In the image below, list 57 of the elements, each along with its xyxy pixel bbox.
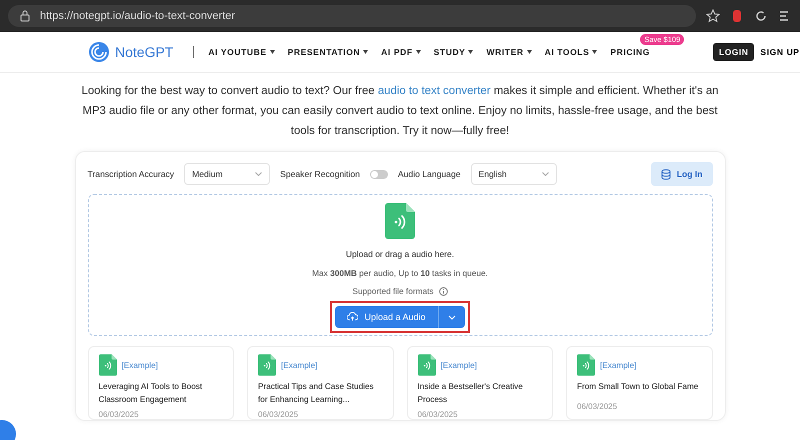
audio-file-icon: [418, 354, 436, 376]
example-title: From Small Town to Global Fame: [577, 381, 700, 393]
example-date: 06/03/2025: [577, 402, 618, 412]
example-tag: [Example]: [281, 360, 318, 370]
chevron-down-icon: [255, 172, 262, 176]
example-tag: [Example]: [122, 360, 158, 370]
formats-label: Supported file formats: [352, 286, 434, 296]
example-card[interactable]: [Example] Leveraging AI Tools to Boost Classroom Engagement 06/03/2025: [88, 346, 234, 420]
example-title: Leveraging AI Tools to Boost Classroom Engagement: [98, 381, 204, 406]
example-title: Inside a Bestseller's Creative Process: [418, 381, 524, 406]
example-card[interactable]: [Example] Inside a Bestseller's Creative Process 06/03/2025: [406, 346, 553, 420]
chevron-down-icon: [448, 314, 456, 320]
database-icon: [660, 168, 671, 180]
option-label: Audio Language: [398, 169, 461, 179]
refresh-icon[interactable]: [754, 9, 768, 23]
example-date: 06/03/2025: [418, 410, 459, 420]
nav-link[interactable]: WRITER: [486, 47, 532, 57]
audio-file-icon: [258, 354, 276, 376]
nav-link[interactable]: AI YOUTUBE: [208, 47, 275, 57]
intro-paragraph: Looking for the best way to convert audio to text? Our free audio to text converter makes it simple and efficient. Whether it's an MP3 audio file or any other format, you can easily convert audio to text online. Enjoy no limits, hassle-free usage, and the best tools for transcription. Try it now—fully free!: [80, 84, 720, 139]
login-button[interactable]: Log In: [650, 162, 712, 186]
speaker-toggle[interactable]: [370, 170, 388, 178]
nav-link[interactable]: AI PDF: [381, 47, 421, 57]
info-icon[interactable]: [438, 286, 448, 296]
extension-icon[interactable]: [730, 9, 744, 23]
audio-file-icon: [98, 354, 116, 376]
url-text: https://notegpt.io/audio-to-text-converter: [40, 10, 236, 22]
audio-file-icon: [385, 203, 415, 239]
option-label: Speaker Recognition: [280, 169, 360, 179]
swirl-logo-icon: [88, 41, 110, 63]
example-tag: [Example]: [440, 360, 477, 370]
cloud-upload-icon: [347, 312, 358, 322]
example-card[interactable]: [Example] Practical Tips and Case Studies for Enhancing Learning... 06/03/2025: [247, 346, 394, 420]
example-date: 06/03/2025: [98, 410, 140, 420]
converter-link[interactable]: audio to text converter: [378, 85, 491, 97]
example-tag: [Example]: [600, 360, 636, 370]
lock-icon: [18, 9, 32, 23]
chevron-down-icon: [542, 172, 549, 176]
example-date: 06/03/2025: [258, 410, 300, 420]
brand-name[interactable]: NoteGPT: [115, 44, 174, 60]
login-button[interactable]: LOGIN: [713, 43, 754, 61]
nav-link[interactable]: STUDY: [434, 47, 474, 57]
address-bar[interactable]: https://notegpt.io/audio-to-text-converter: [8, 5, 696, 27]
example-card[interactable]: [Example] From Small Town to Global Fame 06/03/2025: [566, 346, 712, 420]
upload-title: Upload or drag a audio here.: [346, 249, 454, 259]
upload-dropzone[interactable]: Upload or drag a audio here. Max 300MB per audio, Up to 10 tasks in queue. Supported file formats Upload a Audio: [88, 194, 712, 336]
nav-link[interactable]: PRESENTATION: [288, 47, 368, 57]
example-title: Practical Tips and Case Studies for Enhancing Learning...: [258, 381, 375, 406]
accuracy-dropdown[interactable]: Medium: [184, 163, 270, 185]
star-icon[interactable]: [706, 9, 720, 23]
language-dropdown[interactable]: English: [470, 163, 557, 185]
nav-link[interactable]: PRICING: [610, 47, 650, 57]
signup-link[interactable]: SIGN UP: [760, 47, 800, 57]
audio-file-icon: [577, 354, 595, 376]
upload-limits: Max 300MB per audio, Up to 10 tasks in queue.: [312, 268, 488, 278]
option-label: Transcription Accuracy: [88, 169, 174, 179]
nav-link[interactable]: AI TOOLS: [544, 47, 598, 57]
